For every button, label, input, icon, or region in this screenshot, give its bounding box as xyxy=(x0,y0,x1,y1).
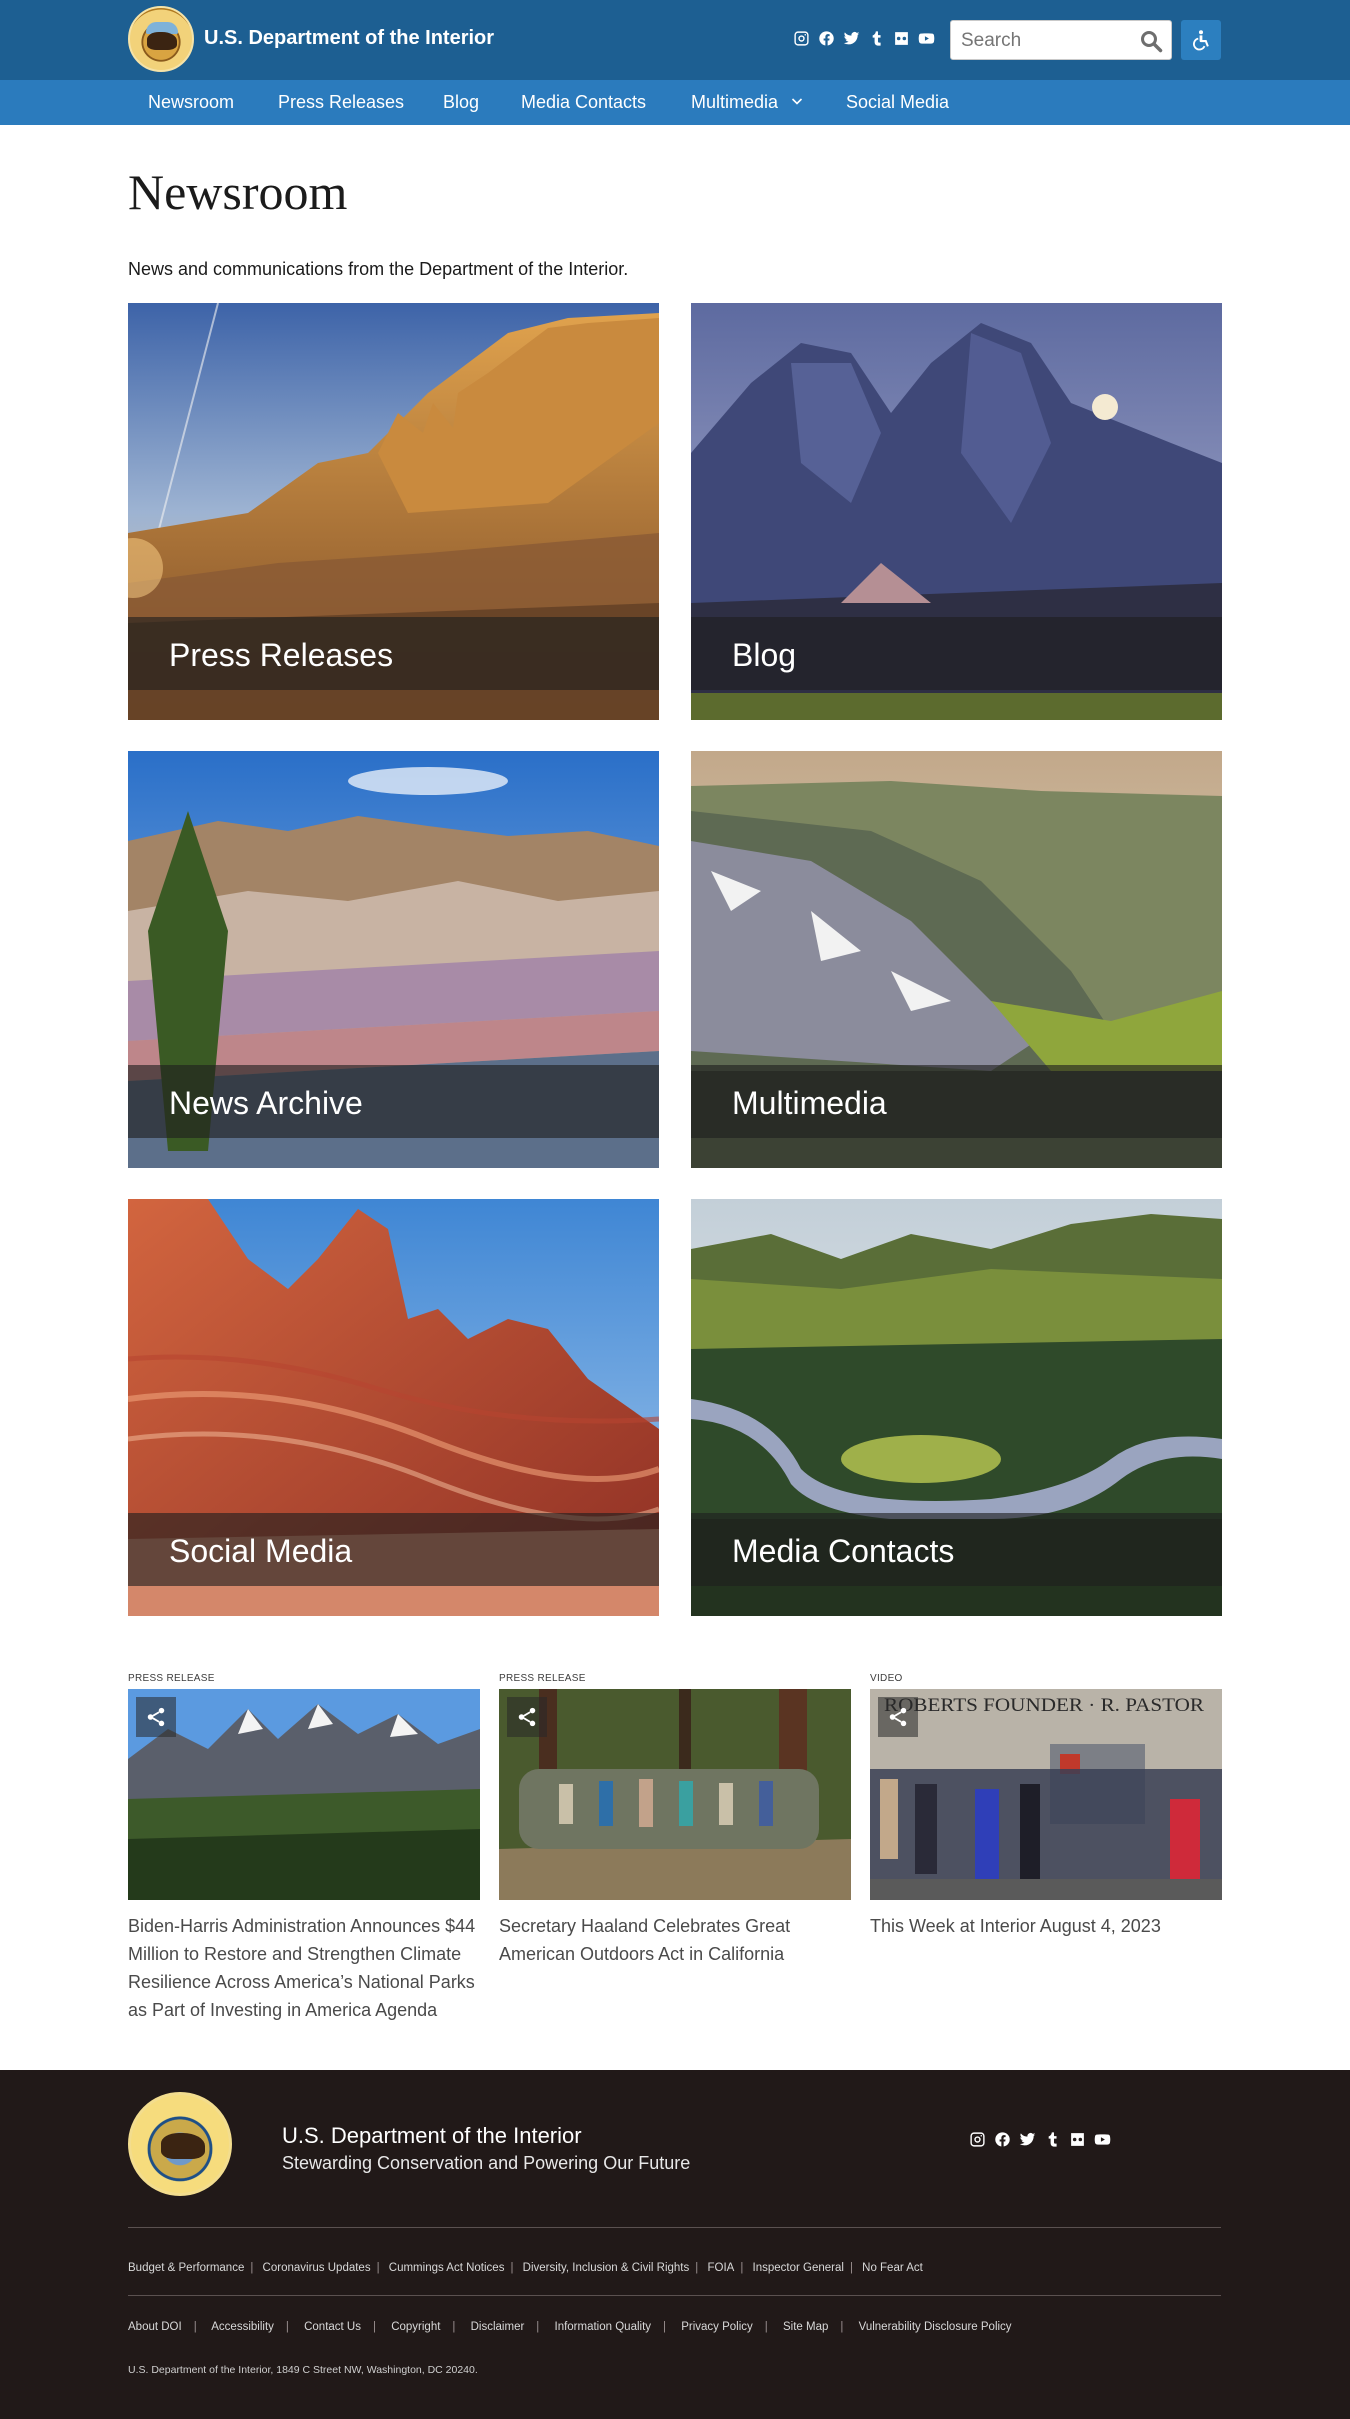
footer-address: U.S. Department of the Interior, 1849 C … xyxy=(128,2364,478,2376)
site-footer: U.S. Department of the Interior Stewardi… xyxy=(0,2070,1350,2419)
tumblr-icon[interactable] xyxy=(1044,2131,1061,2148)
header-social-links xyxy=(793,30,935,47)
page-intro: News and communications from the Departm… xyxy=(128,259,629,279)
nav-multimedia-label: Multimedia xyxy=(691,92,779,112)
footer-org-name: U.S. Department of the Interior xyxy=(282,2123,582,2148)
share-icon xyxy=(889,1707,907,1727)
footer-link-accessibility[interactable]: Accessibility xyxy=(211,2321,274,2333)
story-image xyxy=(128,1689,480,1900)
youtube-icon[interactable] xyxy=(918,30,935,47)
footer-link-contact[interactable]: Contact Us xyxy=(304,2321,361,2333)
twitter-icon[interactable] xyxy=(843,30,860,47)
featured-story[interactable]: PRESS RELEASE Biden-Harris Administratio… xyxy=(128,1673,480,2024)
tile-label: News Archive xyxy=(169,1085,363,1121)
story-headline[interactable]: Secretary Haaland Celebrates Great Ameri… xyxy=(499,1912,851,1968)
page-title: Newsroom xyxy=(128,164,348,220)
footer-link-copyright[interactable]: Copyright xyxy=(391,2321,440,2333)
footer-link-cummings[interactable]: Cummings Act Notices xyxy=(389,2262,505,2274)
tile-social-media[interactable]: Social Media xyxy=(128,1199,659,1616)
flickr-icon[interactable] xyxy=(1069,2131,1086,2148)
share-button[interactable] xyxy=(878,1697,918,1737)
doi-seal-logo[interactable] xyxy=(128,6,194,72)
featured-story[interactable]: VIDEO ROBERTS FOUNDER · R. PASTOR This W… xyxy=(870,1673,1222,1940)
footer-link-information-quality[interactable]: Information Quality xyxy=(555,2321,652,2333)
header-topbar: U.S. Department of the Interior xyxy=(0,0,1350,80)
story-type-label: PRESS RELEASE xyxy=(499,1673,586,1684)
footer-link-foia[interactable]: FOIA xyxy=(707,2262,734,2274)
instagram-icon[interactable] xyxy=(793,30,810,47)
story-type-label: VIDEO xyxy=(870,1673,903,1684)
story-headline[interactable]: Biden-Harris Administration Announces $4… xyxy=(128,1912,480,2024)
search-icon[interactable] xyxy=(1139,29,1163,53)
site-title[interactable]: U.S. Department of the Interior xyxy=(204,27,494,50)
tile-label: Media Contacts xyxy=(732,1533,955,1569)
footer-link-no-fear-act[interactable]: No Fear Act xyxy=(862,2262,923,2274)
instagram-icon[interactable] xyxy=(969,2131,986,2148)
footer-link-inspector-general[interactable]: Inspector General xyxy=(753,2262,844,2274)
story-image: ROBERTS FOUNDER · R. PASTOR xyxy=(870,1689,1222,1900)
footer-link-disclaimer[interactable]: Disclaimer xyxy=(471,2321,525,2333)
main-navigation: Newsroom Press Releases Blog Media Conta… xyxy=(0,80,1350,125)
tile-label: Press Releases xyxy=(169,637,394,673)
accessibility-button[interactable] xyxy=(1181,20,1221,60)
tumblr-icon[interactable] xyxy=(868,30,885,47)
nav-blog[interactable]: Blog xyxy=(443,92,479,113)
tile-news-archive[interactable]: News Archive xyxy=(128,751,659,1168)
tile-media-contacts[interactable]: Media Contacts xyxy=(691,1199,1222,1616)
story-thumbnail[interactable] xyxy=(499,1689,851,1900)
footer-links-secondary: About DOI | Accessibility | Contact Us | Co… xyxy=(128,2321,1012,2333)
share-button[interactable] xyxy=(136,1697,176,1737)
footer-link-about[interactable]: About DOI xyxy=(128,2321,182,2333)
footer-tagline: Stewarding Conservation and Powering Our… xyxy=(282,2153,691,2173)
featured-story[interactable]: PRESS RELEASE Secretary Haaland Celebrat… xyxy=(499,1673,851,1968)
share-button[interactable] xyxy=(507,1697,547,1737)
story-image xyxy=(499,1689,851,1900)
footer-link-privacy[interactable]: Privacy Policy xyxy=(681,2321,753,2333)
tile-press-releases[interactable]: Press Releases xyxy=(128,303,659,720)
footer-link-vulnerability[interactable]: Vulnerability Disclosure Policy xyxy=(859,2321,1012,2333)
story-headline[interactable]: This Week at Interior August 4, 2023 xyxy=(870,1912,1222,1940)
share-icon xyxy=(518,1707,536,1727)
story-thumbnail[interactable] xyxy=(128,1689,480,1900)
share-icon xyxy=(147,1707,165,1727)
search-input[interactable] xyxy=(961,29,1131,53)
footer-divider xyxy=(128,2295,1221,2296)
footer-social-links xyxy=(969,2131,1111,2148)
nav-press-releases[interactable]: Press Releases xyxy=(278,92,404,113)
nav-social-media[interactable]: Social Media xyxy=(846,92,949,113)
accessibility-icon xyxy=(1193,30,1209,51)
search-box xyxy=(950,20,1172,60)
footer-link-budget[interactable]: Budget & Performance xyxy=(128,2262,244,2274)
footer-divider xyxy=(128,2227,1221,2228)
doi-seal-logo[interactable] xyxy=(128,2092,232,2196)
footer-link-coronavirus[interactable]: Coronavirus Updates xyxy=(263,2262,371,2274)
nav-media-contacts[interactable]: Media Contacts xyxy=(521,92,646,113)
facebook-icon[interactable] xyxy=(818,30,835,47)
footer-link-diversity[interactable]: Diversity, Inclusion & Civil Rights xyxy=(523,2262,690,2274)
tile-label: Blog xyxy=(732,637,797,673)
story-type-label: PRESS RELEASE xyxy=(128,1673,215,1684)
tile-blog[interactable]: Blog xyxy=(691,303,1222,720)
footer-link-site-map[interactable]: Site Map xyxy=(783,2321,828,2333)
story-image-sign-text: ROBERTS FOUNDER · R. PASTOR xyxy=(884,1695,1204,1716)
story-thumbnail[interactable]: ROBERTS FOUNDER · R. PASTOR xyxy=(870,1689,1222,1900)
tile-label: Multimedia xyxy=(732,1085,887,1121)
youtube-icon[interactable] xyxy=(1094,2131,1111,2148)
nav-newsroom[interactable]: Newsroom xyxy=(148,92,234,113)
twitter-icon[interactable] xyxy=(1019,2131,1036,2148)
nav-multimedia[interactable]: Multimedia xyxy=(691,92,803,113)
chevron-down-icon xyxy=(791,98,803,105)
footer-links-primary: Budget & Performance | Coronavirus Update… xyxy=(128,2262,923,2274)
flickr-icon[interactable] xyxy=(893,30,910,47)
tile-multimedia[interactable]: Multimedia xyxy=(691,751,1222,1168)
facebook-icon[interactable] xyxy=(994,2131,1011,2148)
tile-label: Social Media xyxy=(169,1533,353,1569)
